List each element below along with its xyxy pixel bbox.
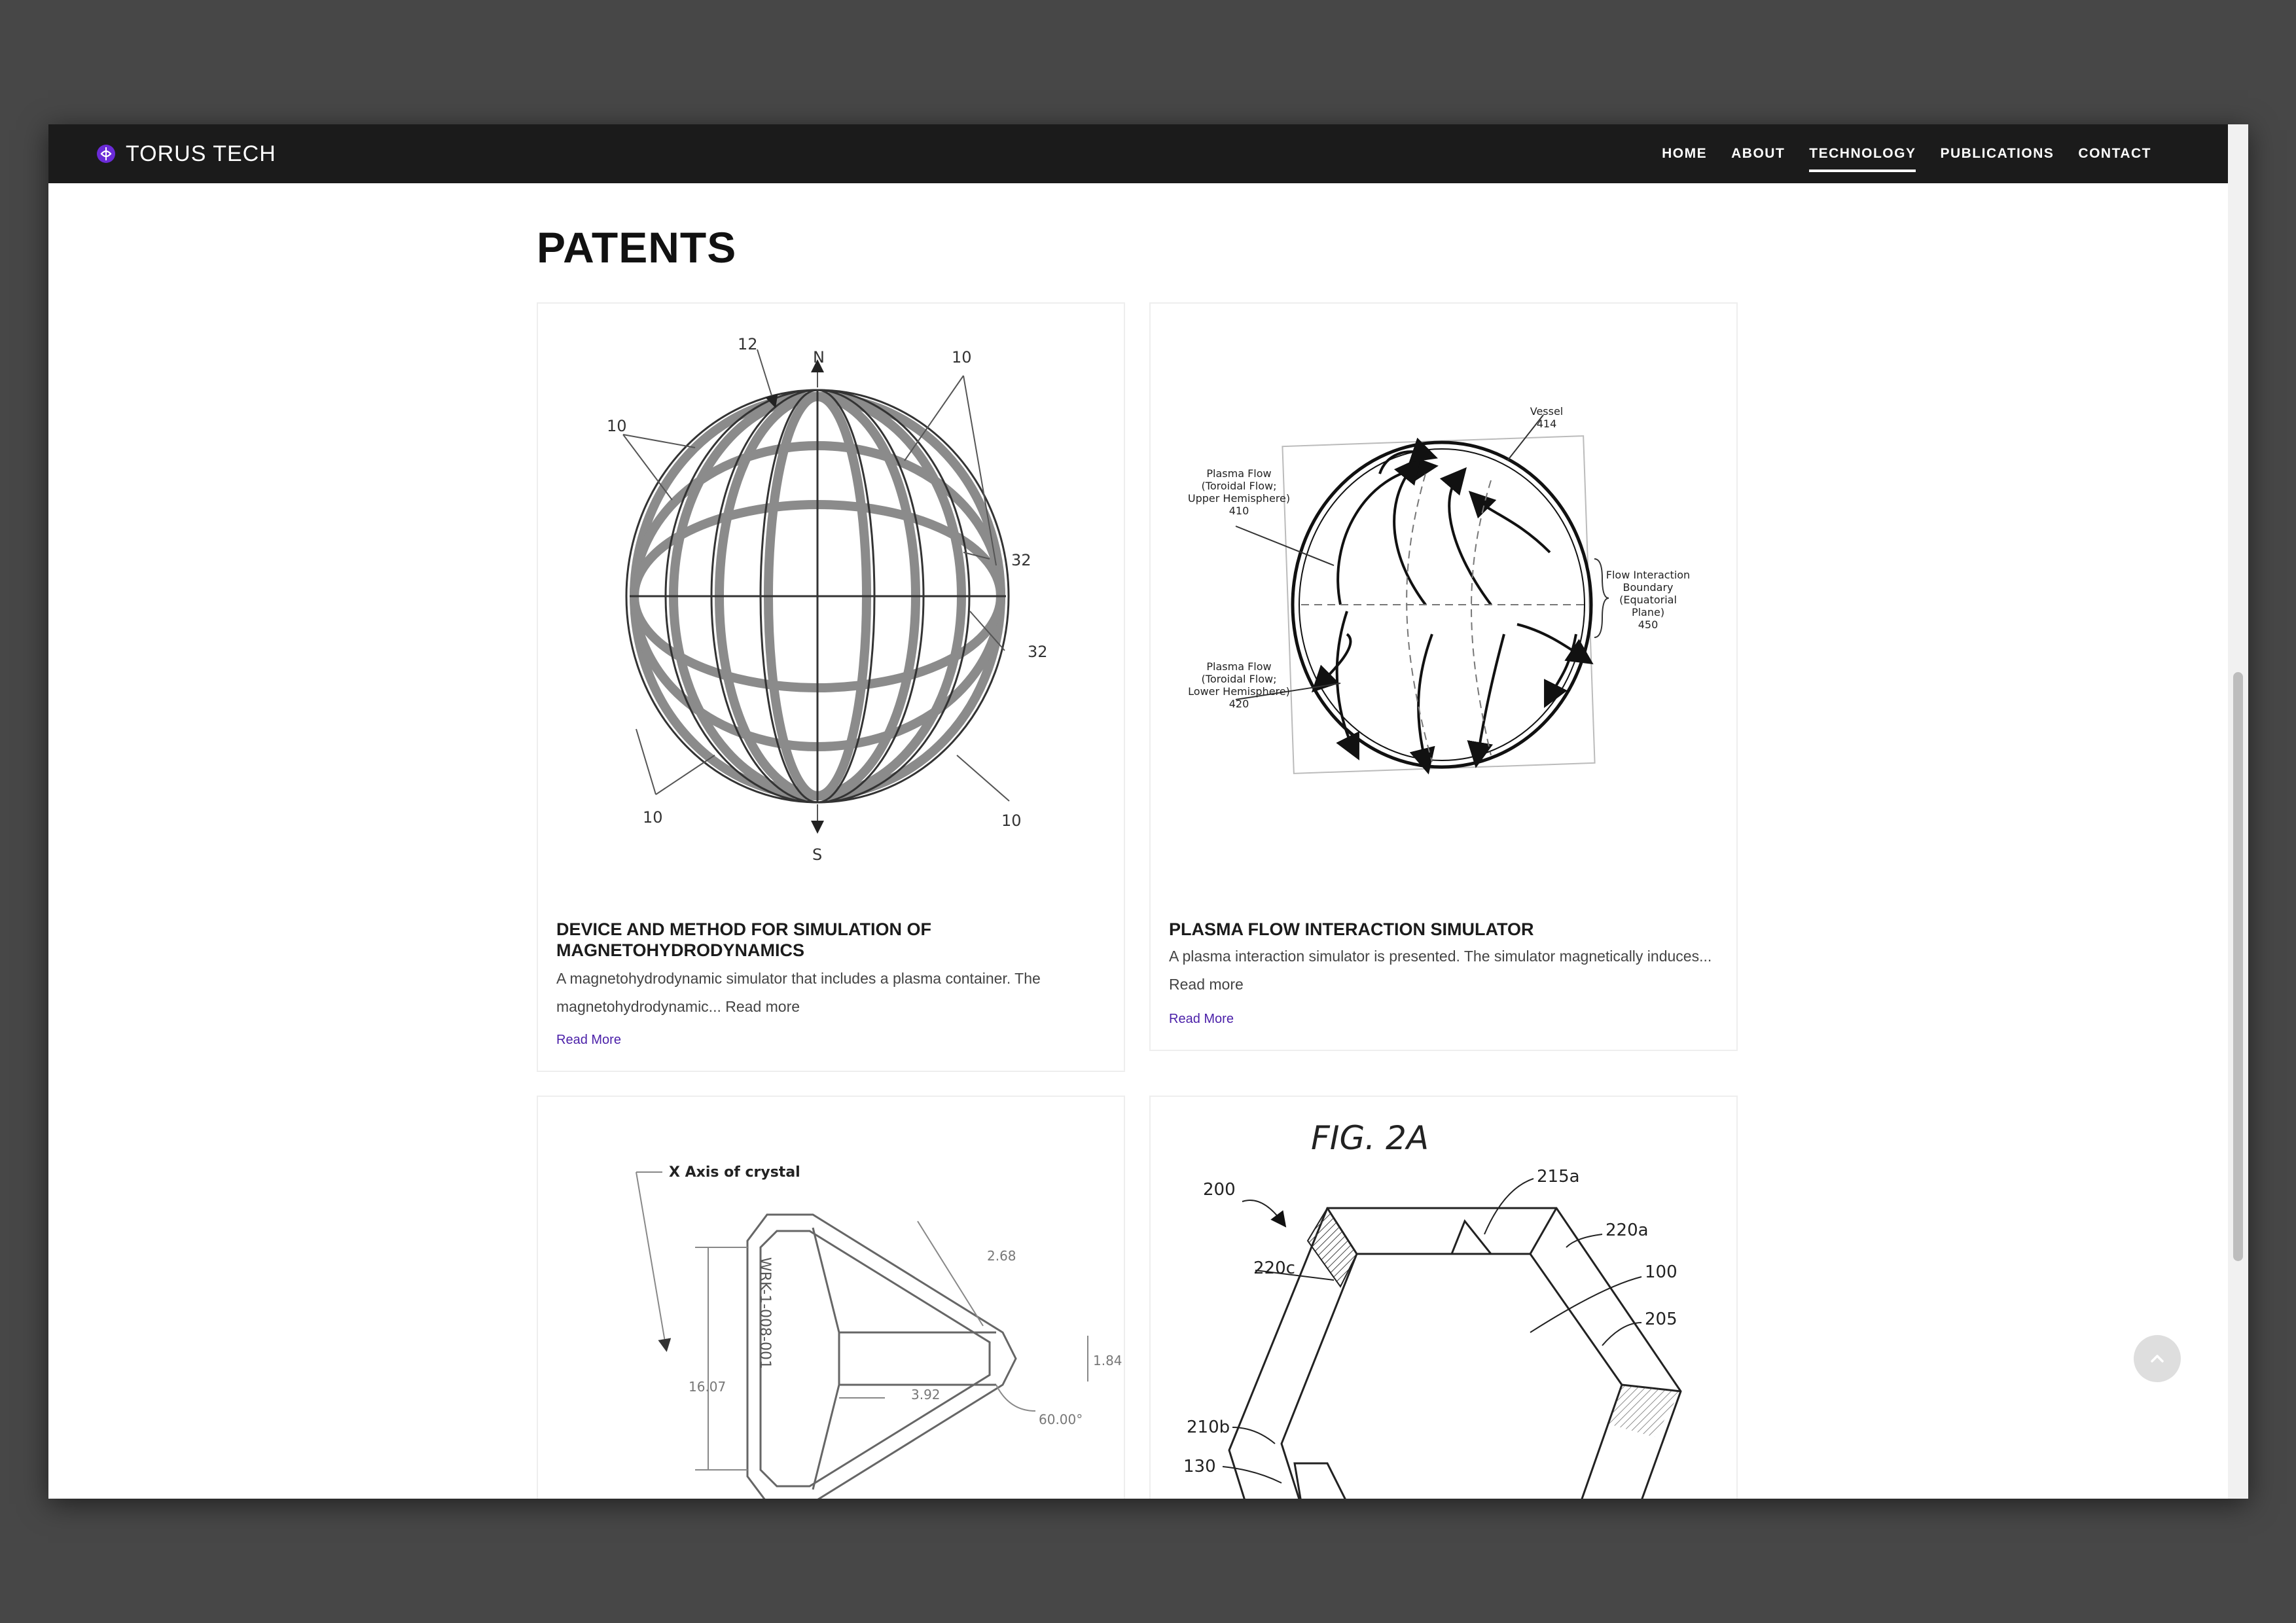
card-title[interactable]: DEVICE AND METHOD FOR SIMULATION OF MAGN… [556,919,1106,961]
patent-card-mhd: N S 12 10 10 10 10 32 32 DEVICE AND METH… [537,302,1125,1072]
figure-label: WRK-1-008-001 [757,1257,773,1369]
figure-label: 450 [1638,618,1659,631]
figure-label: X Axis of crystal [669,1164,800,1181]
page-scrollbar[interactable] [2228,124,2248,1499]
torus-logo-icon [97,145,115,163]
figure-label: 414 [1537,418,1557,430]
figure-label: FIG. 2A [1311,1119,1429,1157]
scrollbar-thumb[interactable] [2233,672,2243,1261]
figure-label: 100 [1645,1262,1677,1282]
figure-label: Plasma Flow [1206,467,1271,480]
page-title: PATENTS [537,223,737,272]
figure-label: 420 [1229,698,1249,710]
brand-name: TORUS TECH [126,141,276,166]
figure-label: 130 [1183,1457,1216,1476]
patent-figure-plasma-flow[interactable]: Vessel 414 Plasma Flow (Toroidal Flow; U… [1151,304,1736,880]
patent-card-plasma: Vessel 414 Plasma Flow (Toroidal Flow; U… [1149,302,1738,1051]
top-navbar: TORUS TECH HOME ABOUT TECHNOLOGY PUBLICA… [48,124,2228,183]
back-to-top-button[interactable] [2134,1335,2181,1382]
patent-figure-crystal[interactable]: X Axis of crystal 2.68 1.84 16.07 3.92 6… [538,1097,1124,1499]
chevron-up-icon [2151,1355,2164,1363]
figure-label: N [813,348,825,366]
read-more-link[interactable]: Read More [556,1033,621,1048]
figure-label: 10 [643,808,663,827]
figure-label: 2.68 [987,1248,1016,1264]
figure-label: 16.07 [689,1379,726,1395]
figure-label: Plane) [1632,606,1664,618]
figure-label: 32 [1028,643,1048,661]
patent-card-crystal: X Axis of crystal 2.68 1.84 16.07 3.92 6… [537,1096,1125,1499]
nav-about[interactable]: ABOUT [1731,142,1785,166]
patent-figure-fig-2a[interactable]: FIG. 2A 200 215a 220a 220c 100 205 210b … [1151,1097,1736,1499]
browser-viewport: TORUS TECH HOME ABOUT TECHNOLOGY PUBLICA… [48,124,2248,1499]
figure-label: (Equatorial [1619,594,1677,606]
read-more-link[interactable]: Read More [1169,1012,1234,1027]
figure-label: 210b [1187,1418,1230,1437]
figure-label: 60.00° [1039,1412,1083,1427]
nav-publications[interactable]: PUBLICATIONS [1940,142,2054,166]
figure-label: 10 [1001,812,1022,830]
nav-contact[interactable]: CONTACT [2078,142,2151,166]
figure-label: Flow Interaction [1606,569,1690,581]
figure-label: Upper Hemisphere) [1188,492,1290,505]
figure-label: 10 [607,417,627,435]
figure-label: 410 [1229,505,1249,517]
figure-label: (Toroidal Flow; [1202,480,1277,492]
nav-home[interactable]: HOME [1662,142,1707,166]
main-nav: HOME ABOUT TECHNOLOGY PUBLICATIONS CONTA… [1638,124,2151,183]
card-title[interactable]: PLASMA FLOW INTERACTION SIMULATOR [1169,919,1719,940]
nav-technology[interactable]: TECHNOLOGY [1809,142,1916,172]
figure-label: 1.84 [1093,1353,1122,1368]
figure-label: 200 [1203,1180,1236,1200]
patent-card-fig2a: FIG. 2A 200 215a 220a 220c 100 205 210b … [1149,1096,1738,1499]
figure-label: 32 [1011,551,1031,569]
figure-label: 10 [952,348,972,366]
figure-label: 3.92 [911,1387,941,1402]
card-excerpt: A magnetohydrodynamic simulator that inc… [556,970,1041,1015]
figure-label: S [812,846,822,864]
patent-figure-sphere[interactable]: N S 12 10 10 10 10 32 32 [538,304,1124,880]
figure-label: 12 [738,335,758,353]
figure-label: Lower Hemisphere) [1188,685,1290,698]
figure-label: Vessel [1530,405,1564,418]
figure-label: Plasma Flow [1206,660,1271,673]
figure-label: (Toroidal Flow; [1202,673,1277,685]
brand-logo-link[interactable]: TORUS TECH [96,140,276,168]
card-excerpt: A plasma interaction simulator is presen… [1169,948,1712,993]
figure-label: 220a [1605,1221,1649,1240]
figure-label: 205 [1645,1310,1677,1329]
figure-label: 220c [1253,1258,1295,1278]
figure-label: 215a [1537,1167,1580,1186]
figure-label: Boundary [1623,581,1673,594]
